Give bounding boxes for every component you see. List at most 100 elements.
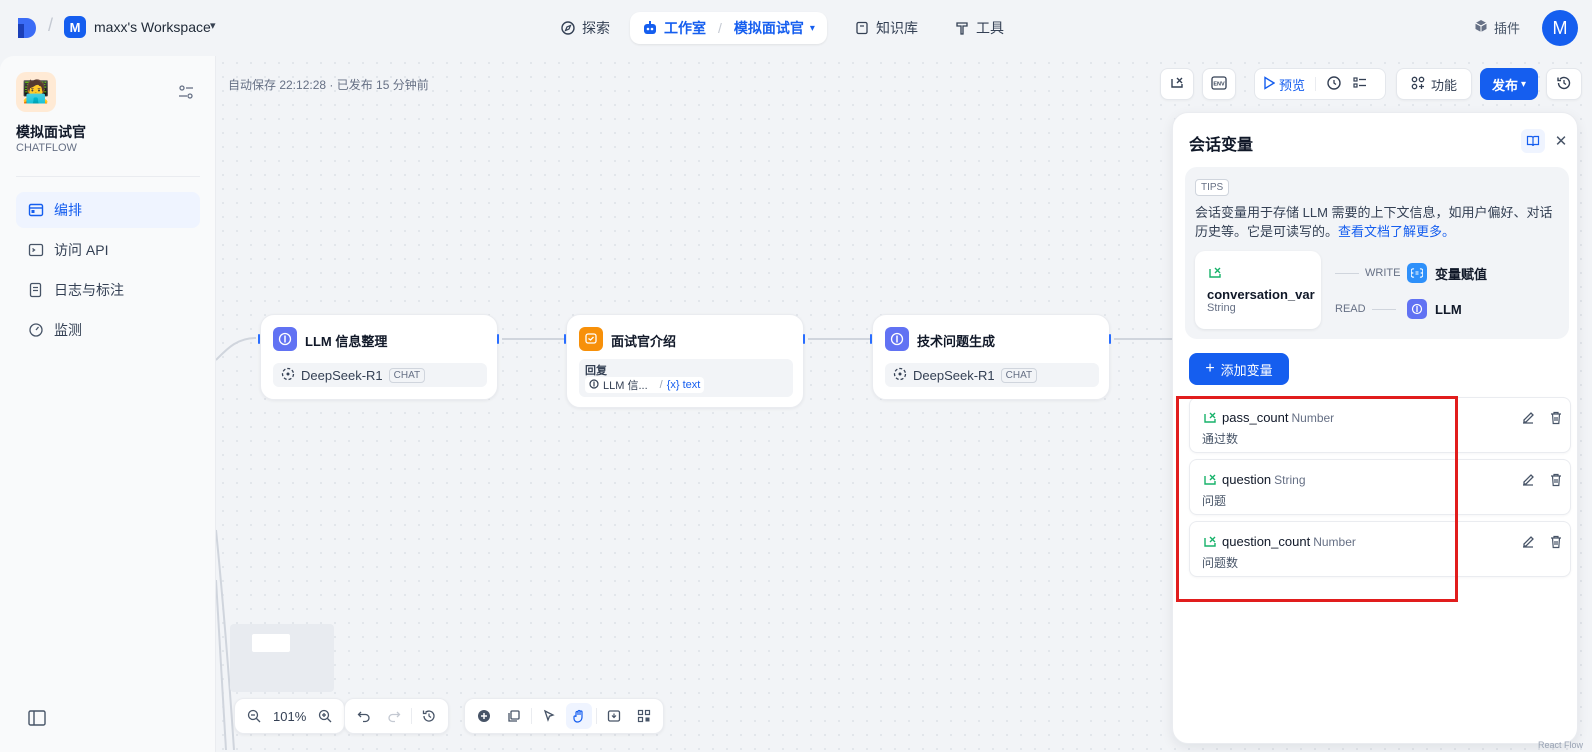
dify-logo-icon[interactable] bbox=[16, 16, 38, 40]
model-name: DeepSeek-R1 bbox=[913, 367, 995, 383]
read-flow: READ bbox=[1335, 303, 1396, 315]
variable-reference[interactable]: LLM 信... / {x} text bbox=[585, 377, 705, 393]
breadcrumb-separator: / bbox=[48, 15, 54, 35]
sidebar-item-orchestrate[interactable]: 编排 bbox=[16, 192, 200, 228]
user-avatar[interactable]: M bbox=[1542, 10, 1578, 46]
plugins-button[interactable]: 插件 bbox=[1474, 18, 1520, 37]
assigner-node: 变量赋值 bbox=[1407, 263, 1487, 283]
redo-icon[interactable] bbox=[381, 703, 407, 729]
app-settings-icon[interactable] bbox=[178, 84, 194, 100]
export-image-icon[interactable] bbox=[601, 703, 627, 729]
close-icon[interactable]: ✕ bbox=[1549, 129, 1573, 153]
trash-icon[interactable] bbox=[1548, 534, 1564, 550]
publish-button[interactable]: 发布 ▾ bbox=[1480, 68, 1538, 100]
answer-node-icon bbox=[579, 327, 603, 351]
reply-box[interactable]: 回复 LLM 信... / {x} text bbox=[579, 359, 793, 397]
divider bbox=[16, 176, 200, 177]
add-node-icon[interactable] bbox=[471, 703, 497, 729]
zoom-controls: 101% bbox=[234, 698, 346, 734]
compass-icon bbox=[560, 20, 576, 36]
plus-icon: + bbox=[1205, 360, 1215, 377]
conversation-variables-button[interactable] bbox=[1160, 68, 1194, 100]
sidebar-item-logs[interactable]: 日志与标注 bbox=[16, 272, 200, 308]
node-input-handle[interactable] bbox=[564, 334, 566, 344]
trash-icon[interactable] bbox=[1548, 410, 1564, 426]
zoom-out-icon[interactable] bbox=[241, 703, 267, 729]
read-label: READ bbox=[1335, 303, 1366, 315]
grid-icon bbox=[1411, 76, 1425, 93]
book-open-icon[interactable] bbox=[1521, 129, 1545, 153]
node-interviewer-intro[interactable]: 面试官介绍 回复 LLM 信... / {x} text bbox=[566, 314, 804, 408]
edit-icon[interactable] bbox=[1520, 410, 1536, 426]
ref-separator: / bbox=[659, 379, 663, 391]
example-variable-name: conversation_var bbox=[1207, 287, 1315, 302]
book-icon bbox=[854, 20, 870, 36]
node-title: 技术问题生成 bbox=[917, 334, 996, 349]
edge bbox=[808, 338, 870, 340]
node-output-handle[interactable] bbox=[1109, 334, 1111, 344]
trash-icon[interactable] bbox=[1548, 472, 1564, 488]
node-model-selector[interactable]: DeepSeek-R1 CHAT bbox=[885, 363, 1099, 387]
sidebar-item-monitoring[interactable]: 监测 bbox=[16, 312, 200, 348]
react-flow-attribution: React Flow bbox=[1538, 740, 1584, 750]
node-question-generation[interactable]: 技术问题生成 DeepSeek-R1 CHAT bbox=[872, 314, 1110, 400]
node-llm-info[interactable]: LLM 信息整理 DeepSeek-R1 CHAT bbox=[260, 314, 498, 400]
cube-icon bbox=[1474, 19, 1488, 36]
run-history-icon[interactable] bbox=[1326, 75, 1342, 94]
zoom-level[interactable]: 101% bbox=[271, 709, 308, 724]
variable-icon bbox=[1209, 267, 1221, 278]
chevron-down-icon[interactable]: ▾ bbox=[810, 23, 815, 34]
play-icon bbox=[1263, 75, 1276, 93]
sidebar-item-label: 编排 bbox=[54, 202, 82, 218]
docs-link[interactable]: 查看文档了解更多。 bbox=[1338, 224, 1455, 239]
add-note-icon[interactable] bbox=[501, 703, 527, 729]
hand-icon[interactable] bbox=[566, 703, 592, 729]
llm-node: LLM bbox=[1407, 299, 1462, 319]
node-output-handle[interactable] bbox=[803, 334, 805, 344]
features-button[interactable]: 功能 bbox=[1396, 68, 1472, 100]
zoom-in-icon[interactable] bbox=[312, 703, 338, 729]
nav-tools[interactable]: 工具 bbox=[942, 12, 1016, 44]
env-button[interactable]: ENV bbox=[1202, 68, 1236, 100]
collapse-sidebar-icon[interactable] bbox=[28, 710, 46, 726]
preview-button[interactable]: 预览 bbox=[1263, 75, 1305, 94]
nav-current-app[interactable]: 模拟面试官 bbox=[734, 18, 804, 38]
llm-node-icon bbox=[1407, 299, 1427, 319]
pointer-icon[interactable] bbox=[536, 703, 562, 729]
nav-explore[interactable]: 探索 bbox=[548, 12, 622, 44]
chevron-down-icon[interactable]: ▾ bbox=[210, 19, 216, 32]
edit-icon[interactable] bbox=[1520, 534, 1536, 550]
node-model-selector[interactable]: DeepSeek-R1 CHAT bbox=[273, 363, 487, 387]
node-output-handle[interactable] bbox=[497, 334, 499, 344]
divider bbox=[411, 708, 412, 724]
env-icon: ENV bbox=[1210, 75, 1228, 94]
edit-icon[interactable] bbox=[1520, 472, 1536, 488]
model-provider-icon bbox=[893, 367, 907, 384]
nav-explore-label: 探索 bbox=[582, 20, 610, 36]
svg-text:ENV: ENV bbox=[1213, 81, 1225, 87]
checklist-icon[interactable] bbox=[1352, 75, 1368, 94]
version-history-button[interactable] bbox=[1546, 68, 1582, 100]
divider bbox=[531, 708, 532, 724]
llm-node-icon bbox=[885, 327, 909, 351]
terminal-icon bbox=[28, 242, 44, 258]
variable-icon bbox=[1169, 75, 1185, 94]
layout-organize-icon[interactable] bbox=[631, 703, 657, 729]
node-input-handle[interactable] bbox=[258, 334, 260, 344]
node-input-handle[interactable] bbox=[870, 334, 872, 344]
workspace-avatar[interactable]: M bbox=[64, 16, 86, 38]
history-icon bbox=[1556, 75, 1572, 94]
history-controls bbox=[344, 698, 449, 734]
ref-var-name: {x} text bbox=[666, 379, 701, 391]
minimap[interactable] bbox=[230, 624, 334, 692]
sidebar-item-api[interactable]: 访问 API bbox=[16, 232, 200, 268]
undo-icon[interactable] bbox=[351, 703, 377, 729]
add-variable-button[interactable]: + 添加变量 bbox=[1189, 353, 1289, 385]
edge bbox=[1114, 338, 1172, 340]
nav-knowledge-label: 知识库 bbox=[876, 20, 918, 36]
nav-knowledge[interactable]: 知识库 bbox=[842, 12, 930, 44]
app-name: 模拟面试官 bbox=[16, 124, 86, 140]
history-icon[interactable] bbox=[416, 703, 442, 729]
nav-studio[interactable]: 工作室 / 模拟面试官 ▾ bbox=[630, 12, 827, 44]
workspace-name[interactable]: maxx's Workspace bbox=[94, 19, 211, 35]
